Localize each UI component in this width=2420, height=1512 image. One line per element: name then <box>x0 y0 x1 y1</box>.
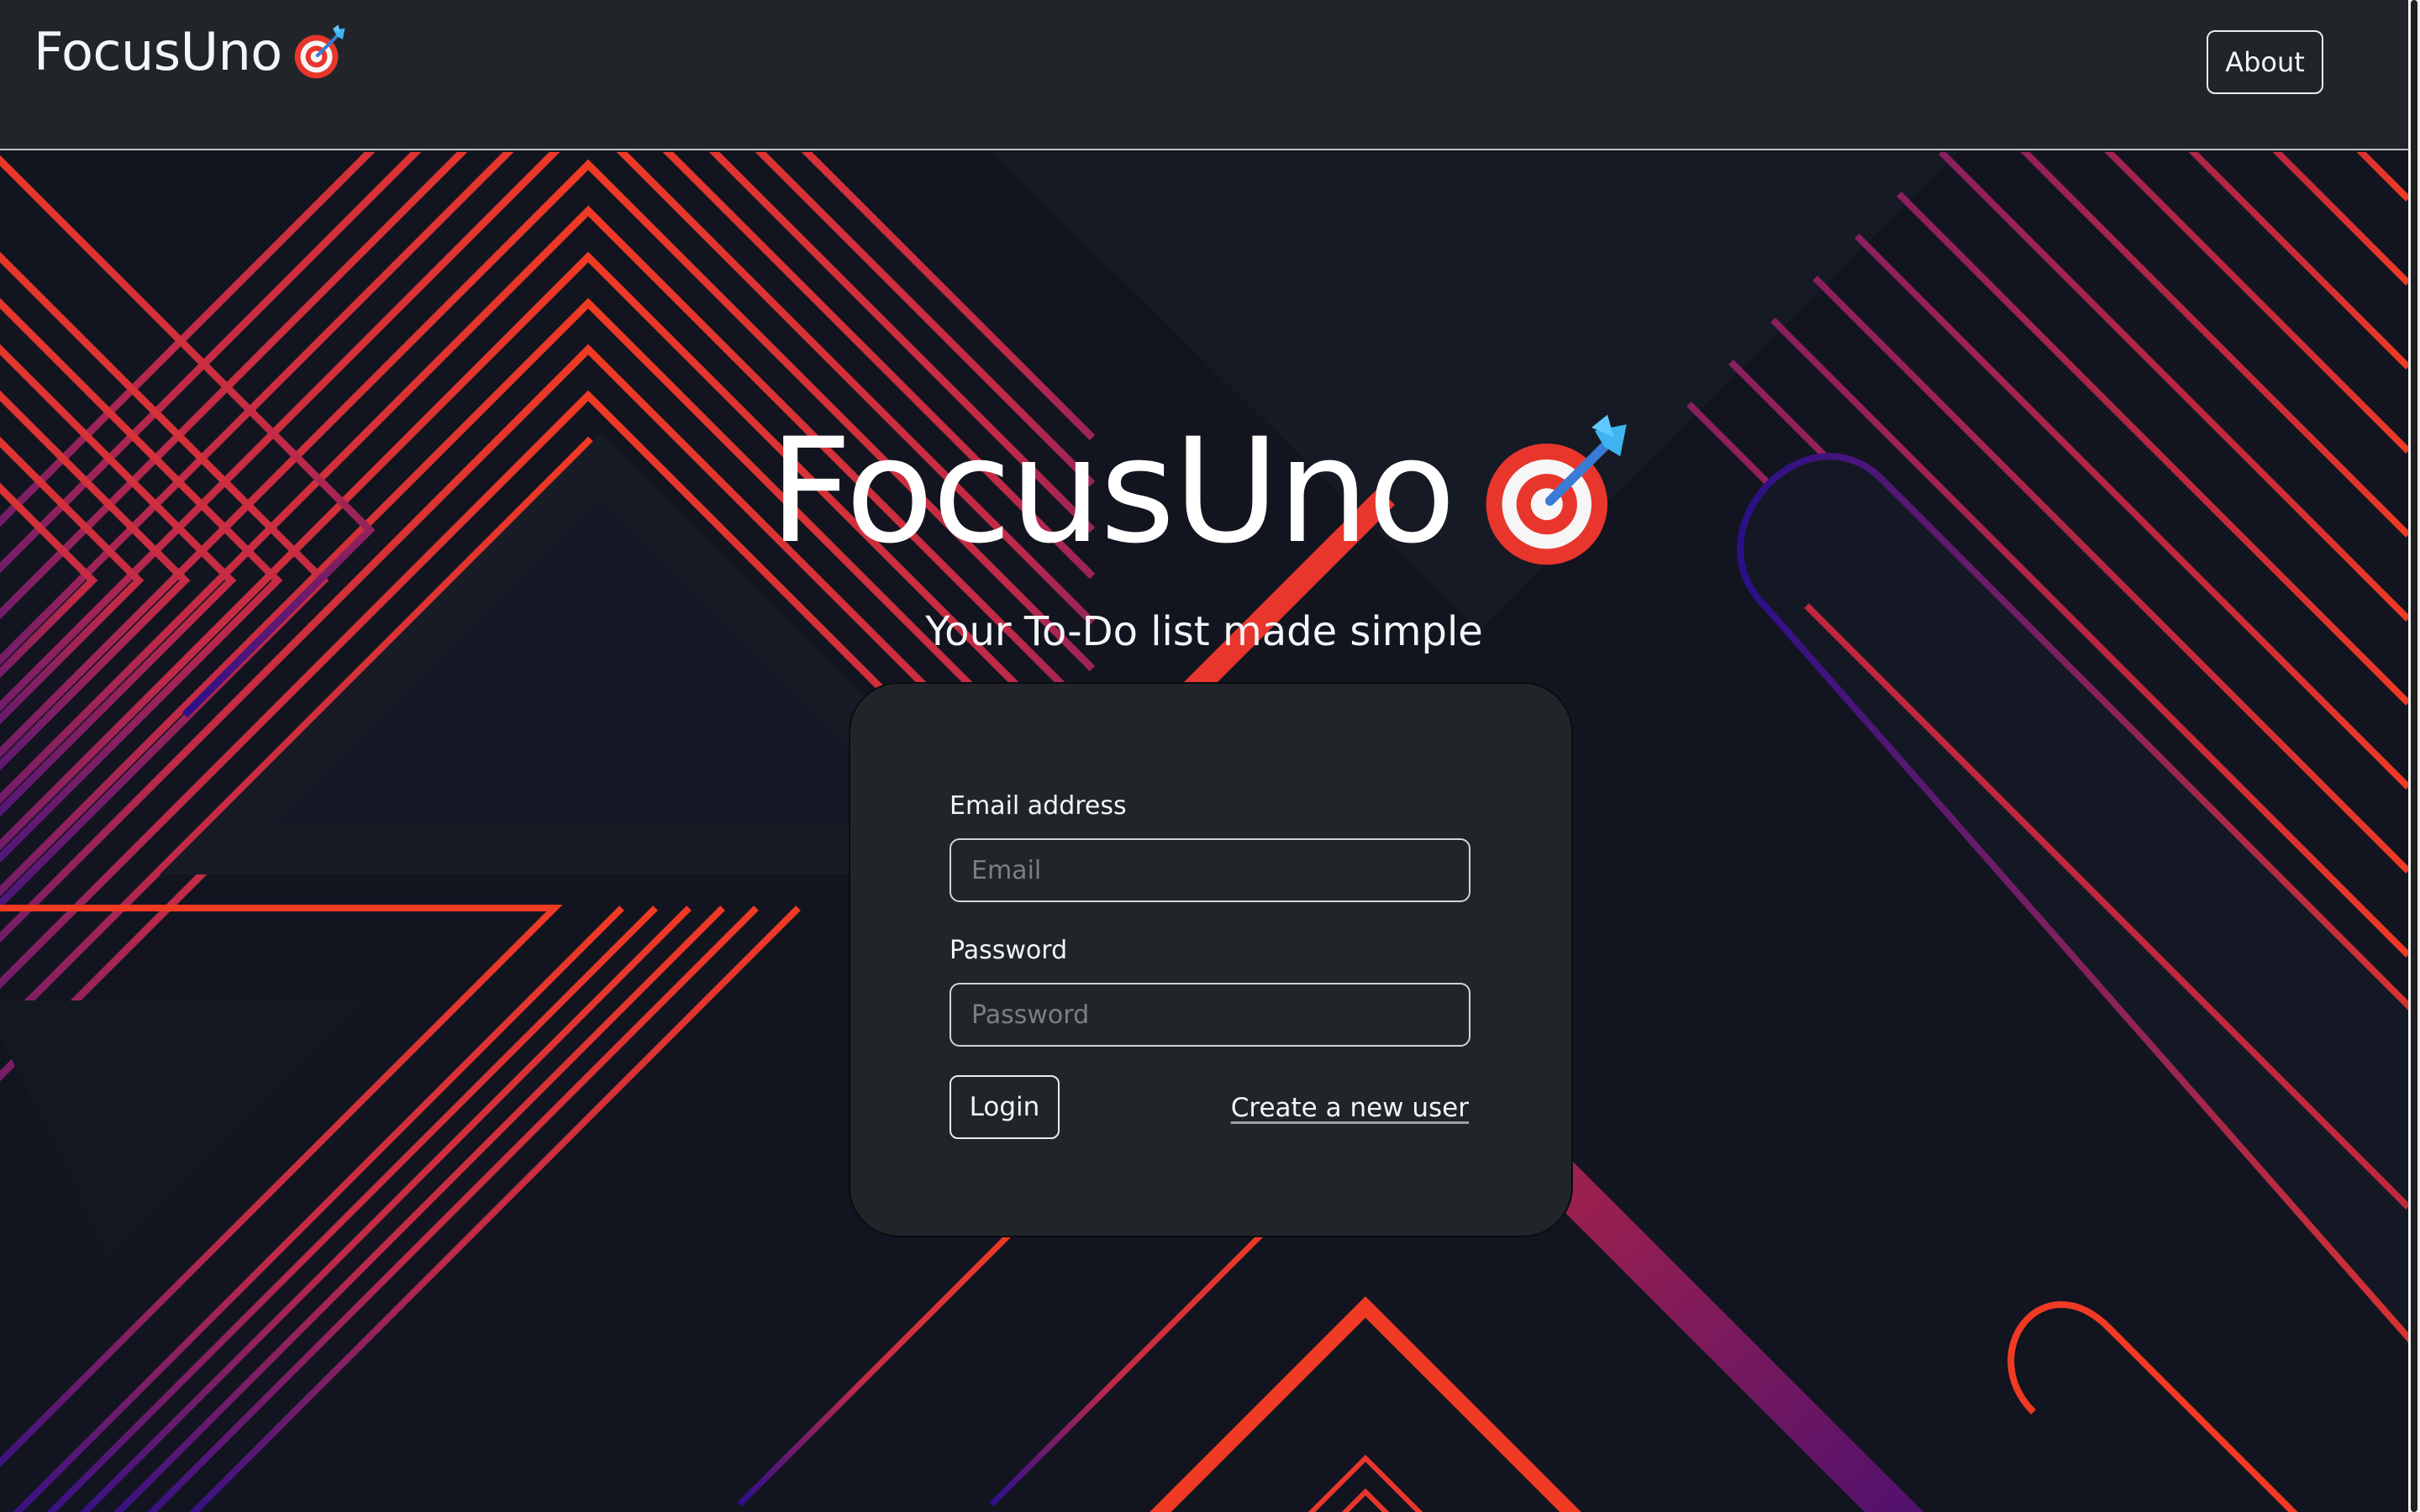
hero-section: FocusUno Your To-Do list made simple <box>0 412 2408 655</box>
hero-title-text: FocusUno <box>769 407 1455 575</box>
about-button[interactable]: About <box>2207 30 2323 94</box>
email-label: Email address <box>950 791 1127 821</box>
target-icon <box>294 24 345 79</box>
hero-subtitle: Your To-Do list made simple <box>925 608 1483 655</box>
login-button[interactable]: Login <box>950 1075 1060 1139</box>
target-icon <box>1486 414 1627 565</box>
email-input[interactable] <box>950 838 1470 902</box>
password-input[interactable] <box>950 983 1470 1047</box>
hero-title: FocusUno <box>769 412 1639 571</box>
scrollbar-thumb[interactable] <box>2411 0 2417 1512</box>
password-label: Password <box>950 936 1068 965</box>
page-scrollbar[interactable] <box>2408 0 2420 1512</box>
top-navbar: FocusUno About <box>0 0 2408 150</box>
login-card: Email address Password Login Create a ne… <box>849 682 1573 1237</box>
navbar-brand[interactable]: FocusUno <box>34 24 350 81</box>
create-user-link[interactable]: Create a new user <box>1231 1093 1469 1123</box>
brand-text: FocusUno <box>34 21 282 82</box>
